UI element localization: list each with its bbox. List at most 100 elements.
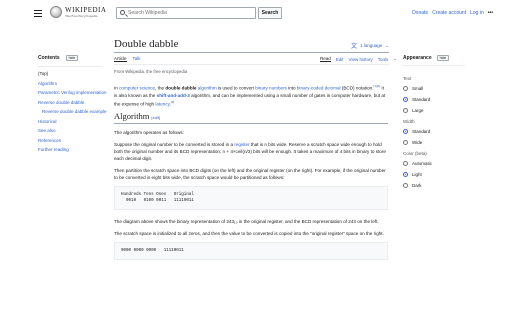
tab-tools[interactable]: Tools (378, 57, 389, 62)
option-label: Automatic (412, 161, 433, 166)
link-algorithm[interactable]: algorithm (198, 86, 217, 91)
language-icon: 文 (351, 44, 358, 50)
user-links: Donate Create account Log in ••• (412, 10, 493, 16)
text-option-standard[interactable]: Standard (403, 97, 473, 102)
code-block-initial: 0000 0000 0000 11110011 (114, 242, 388, 261)
appearance-panel: Appearance hide Text Small Standard Larg… (403, 55, 473, 194)
tab-article[interactable]: Article (114, 56, 127, 62)
wikipedia-globe-icon[interactable] (50, 6, 62, 18)
view-tabs: Read Edit View history Tools ⌄ (320, 56, 397, 62)
radio-button-selected[interactable] (403, 97, 408, 102)
create-account-link[interactable]: Create account (432, 10, 466, 16)
tab-talk[interactable]: Talk (133, 56, 141, 62)
intro-bold-term: double dabble (165, 85, 197, 91)
section-edit-link[interactable]: [edit] (151, 115, 160, 120)
toc-hide-button[interactable]: hide (65, 55, 79, 61)
main-menu-icon[interactable] (34, 10, 42, 17)
radio-button[interactable] (403, 86, 408, 91)
option-label: Small (412, 86, 424, 91)
intro-paragraph: In computer science, the double dabble a… (114, 83, 388, 107)
language-button[interactable]: 文 1 language ⌄ (351, 41, 390, 51)
link-computer-science[interactable]: computer science (119, 86, 155, 91)
tab-view-history[interactable]: View history (349, 57, 373, 62)
link-register[interactable]: register (234, 142, 249, 147)
intro-text: , the (155, 85, 166, 91)
intro-text: is used to convert (216, 85, 256, 91)
wikipedia-tagline: The Free Encyclopedia (65, 14, 98, 18)
width-label: Width (403, 119, 415, 124)
option-label: Large (412, 108, 424, 113)
more-options-icon[interactable]: ••• (488, 10, 493, 16)
radio-button[interactable] (403, 140, 408, 145)
section-heading-text: Algorithm (114, 111, 150, 122)
link-latency[interactable]: latency (155, 101, 169, 106)
chevron-down-icon: ⌄ (385, 42, 390, 48)
color-option-automatic[interactable]: Automatic (403, 161, 473, 166)
option-label: Standard (412, 97, 431, 102)
text-option-small[interactable]: Small (403, 86, 473, 91)
search-input[interactable] (128, 8, 238, 18)
text-size-label: Text (403, 76, 412, 81)
color-option-dark[interactable]: Dark (403, 183, 473, 188)
paragraph-text: Suppose the original number to be conver… (114, 142, 235, 148)
width-option-standard[interactable]: Standard (403, 129, 473, 134)
reference-marker[interactable]: [3] (171, 100, 174, 104)
tabs-divider (114, 64, 389, 65)
text-option-large[interactable]: Large (403, 108, 473, 113)
algorithm-paragraph-4: The diagram above shows the binary repre… (114, 219, 379, 225)
color-label: Color (beta) (403, 151, 427, 156)
link-shift-and-add-3[interactable]: shift-and-add-3 (157, 93, 190, 98)
appearance-title: Appearance (403, 55, 432, 61)
article-content: From Wikipedia, the free encyclopedia In… (114, 68, 388, 268)
tab-read[interactable]: Read (320, 56, 331, 62)
toc-item-see-also[interactable]: See also (38, 128, 108, 133)
radio-button[interactable] (403, 161, 408, 166)
language-button-label: 1 language (360, 43, 383, 48)
toc-title: Contents (38, 55, 60, 61)
link-binary-coded-decimal[interactable]: binary-coded decimal (297, 86, 341, 91)
search-box[interactable] (116, 7, 256, 19)
page-title: Double dabble (114, 38, 179, 50)
section-heading-algorithm: Algorithm [edit] (114, 111, 388, 122)
login-link[interactable]: Log in (470, 10, 484, 16)
namespace-tabs: Article Talk (114, 56, 141, 62)
tab-edit[interactable]: Edit (336, 57, 344, 62)
toc-divider (38, 66, 102, 67)
donate-link[interactable]: Donate (412, 10, 428, 16)
radio-button-selected[interactable] (403, 172, 408, 177)
option-label: Wide (412, 140, 423, 145)
radio-button[interactable] (403, 183, 408, 188)
code-block-partition: Hundreds Tens Ones Original 0010 0100 00… (114, 186, 388, 211)
table-of-contents: Contents hide (Top) Algorithm Parametric… (38, 55, 108, 157)
algorithm-paragraph-3: Then partition the scratch space into BC… (114, 168, 386, 181)
wikipedia-wordmark[interactable]: WIKIPEDIA (65, 6, 106, 14)
search-button[interactable]: Search (258, 7, 282, 19)
toc-item-algorithm[interactable]: Algorithm (38, 81, 108, 86)
option-label: Standard (412, 129, 431, 134)
toc-item-top[interactable]: (Top) (38, 71, 108, 76)
section-divider (114, 123, 388, 125)
color-option-light[interactable]: Light (403, 172, 473, 177)
toc-item-reverse-example[interactable]: Reverse double dabble example (38, 109, 108, 114)
algorithm-intro: The algorithm operates as follows: (114, 130, 184, 136)
option-label: Dark (412, 183, 422, 188)
intro-text: into (286, 85, 297, 91)
toc-item-historical[interactable]: Historical (38, 119, 108, 124)
intro-text: (BCD) notation. (340, 85, 374, 91)
link-binary-numbers[interactable]: binary numbers (255, 86, 287, 91)
algorithm-paragraph-2: Suppose the original number to be conver… (114, 141, 388, 162)
toc-item-reverse-double-dabble[interactable]: Reverse double dabble (38, 100, 108, 105)
radio-button[interactable] (403, 108, 408, 113)
width-option-wide[interactable]: Wide (403, 140, 473, 145)
radio-button-selected[interactable] (403, 129, 408, 134)
algorithm-paragraph-5: The scratch space is initialized to all … (114, 231, 384, 237)
toc-item-parametric-verilog[interactable]: Parametric Verilog implementation (38, 90, 108, 95)
appearance-hide-button[interactable]: hide (436, 55, 450, 61)
toc-item-references[interactable]: References (38, 138, 108, 143)
from-wikipedia-note: From Wikipedia, the free encyclopedia (114, 69, 188, 74)
option-label: Light (412, 172, 422, 177)
search-icon (120, 10, 125, 15)
toc-item-further-reading[interactable]: Further reading (38, 147, 108, 152)
chevron-down-icon: ⌄ (393, 56, 398, 61)
title-divider (114, 52, 389, 53)
